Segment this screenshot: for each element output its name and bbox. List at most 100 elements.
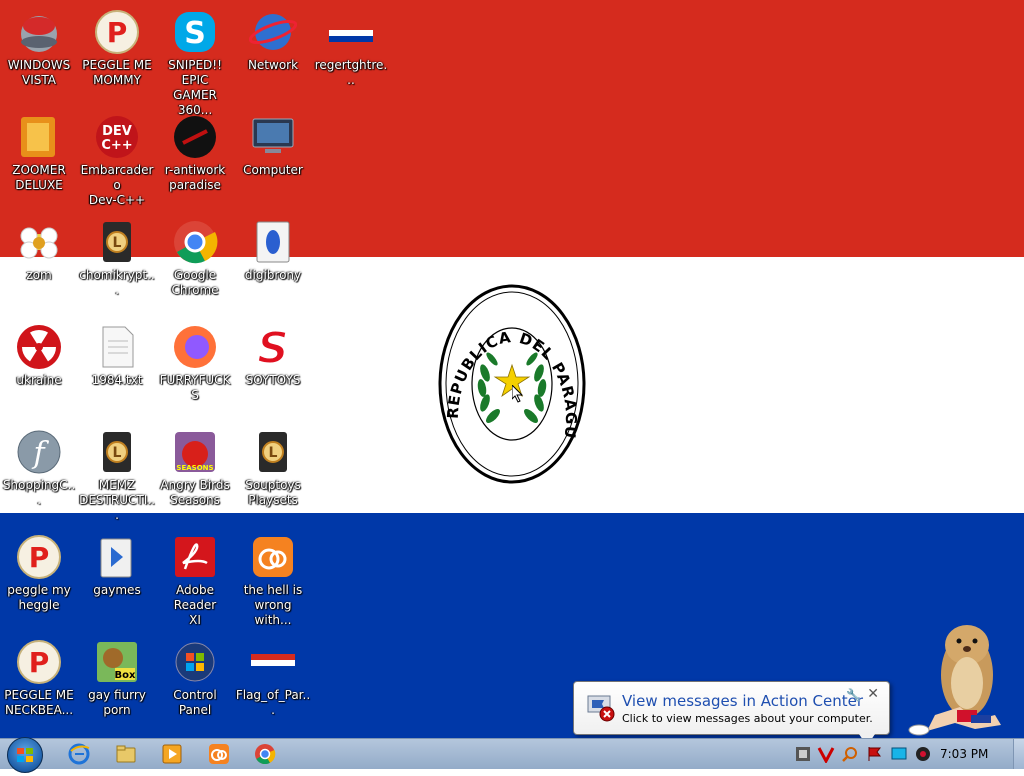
soytoys-icon: S (249, 322, 297, 375)
desktop-shortcut-label: Flag_of_Par... (235, 688, 311, 717)
desktop-shortcut-label: r-antiwork paradise (164, 163, 226, 192)
desktop-shortcut-label: Adobe Reader XI (173, 583, 217, 627)
devcpp-icon: DEV C++ (93, 113, 141, 161)
flag-file-icon (327, 8, 375, 56)
desktop-shortcut[interactable]: Lchomikrypt... (79, 218, 155, 298)
tray-app-icon[interactable] (794, 745, 812, 763)
desktop-shortcut-label: FURRYFUCKS (159, 373, 231, 402)
mouse-cursor (512, 385, 524, 403)
desktop-shortcut[interactable]: SEASONS Angry Birds Seasons (157, 428, 233, 508)
svg-text:L: L (269, 445, 278, 461)
desktop-shortcut[interactable]: Flag_of_Par... (235, 638, 311, 718)
desktop-shortcut-label: Computer (243, 163, 303, 177)
desktop-shortcut[interactable]: ZOOMER DELUXE (1, 113, 77, 193)
shortcut-l-icon: L (249, 428, 297, 476)
svg-text:Box: Box (115, 670, 136, 681)
desktop-shortcut[interactable]: Box gay fiurry porn (79, 638, 155, 718)
peggle-icon: P (15, 638, 63, 686)
wrench-icon[interactable]: 🔧 (846, 688, 861, 702)
vista-app-icon (15, 8, 63, 56)
chrome-icon (171, 218, 219, 266)
flower-icon (15, 218, 63, 266)
desktop-shortcut-label: WINDOWS VISTA (7, 58, 71, 87)
peggle-icon: P (15, 533, 63, 581)
svg-text:P: P (107, 16, 128, 49)
svg-text:SEASONS: SEASONS (176, 464, 213, 472)
desktop-shortcut[interactable]: the hell is wrong with... (235, 533, 311, 628)
firefox-icon (171, 323, 219, 371)
svg-text:L: L (113, 235, 122, 251)
zoomer-icon (15, 113, 63, 161)
desktop-shortcut[interactable]: Ppeggle my heggle (1, 533, 77, 613)
desktop-shortcut[interactable]: S SNIPED!! EPIC GAMER 360... (157, 8, 233, 118)
svg-text:S: S (257, 323, 289, 371)
desktop-shortcut[interactable]: S SOYTOYS (235, 322, 311, 388)
svg-text:S: S (184, 16, 206, 51)
explorer-icon[interactable] (114, 742, 138, 766)
svg-text:P: P (29, 541, 50, 574)
desktop-shortcut[interactable]: L Souptoys Playsets (235, 428, 311, 508)
desktop-shortcut[interactable]: regertghtre... (313, 8, 389, 88)
svg-text:DEV: DEV (102, 124, 132, 139)
desktop-shortcut[interactable]: Control Panel (157, 638, 233, 718)
balloon-title: View messages in Action Center (622, 692, 864, 710)
games-folder-icon (93, 533, 141, 581)
desktop-shortcut[interactable]: P PEGGLE ME MOMMY (79, 8, 155, 88)
desktop-shortcut-label: Angry Birds Seasons (160, 478, 230, 507)
desktop-shortcut[interactable]: r-antiwork paradise (157, 113, 233, 193)
uc-browser-icon (249, 533, 297, 581)
desktop-shortcut[interactable]: f ShoppingC... (1, 428, 77, 508)
ie-icon[interactable] (67, 742, 91, 766)
digibrony-icon (249, 218, 297, 266)
media-player-icon[interactable] (160, 742, 184, 766)
network-icon (248, 8, 298, 56)
desktop-shortcut-label: Network (247, 58, 299, 72)
text-file-icon (93, 323, 141, 371)
desktop-shortcut-label: PEGGLE ME NECKBEA... (4, 688, 74, 717)
action-center-flag-icon (587, 695, 615, 722)
desktop-shortcut[interactable]: digibrony (235, 218, 311, 283)
desktop-shortcut[interactable]: gaymes (79, 533, 155, 598)
chrome-icon[interactable] (253, 742, 277, 766)
flash-icon: f (15, 428, 63, 476)
box-game-icon: Box (93, 638, 141, 686)
tray-v-icon[interactable] (817, 745, 835, 763)
desktop-shortcut[interactable]: 1984.txt (79, 323, 155, 388)
desktop-shortcut-label: Embarcadero Dev-C++ (80, 163, 154, 207)
desktop-shortcut[interactable]: L MEMZ DESTRUCTI... (79, 428, 155, 523)
desktop-shortcut[interactable]: P PEGGLE ME NECKBEA... (1, 638, 77, 718)
desktop-shortcut[interactable]: Computer (235, 113, 311, 178)
clock[interactable]: 7:03 PM (940, 747, 988, 761)
desktop-shortcut-label: Souptoys Playsets (245, 478, 301, 507)
desktop-shortcut[interactable]: FURRYFUCKS (157, 323, 233, 403)
tray-speaker-icon[interactable] (914, 745, 932, 763)
desktop-shortcut[interactable]: ukraine (1, 323, 77, 388)
paraguay-seal: REPUBLICA DEL PARAGUAY (437, 283, 586, 484)
desktop-shortcut[interactable]: WINDOWS VISTA (1, 8, 77, 88)
desktop-shortcut-label: peggle my heggle (7, 583, 71, 612)
desktop-shortcut-label: Control Panel (173, 688, 217, 717)
desktop-shortcut-label: SNIPED!! EPIC GAMER 360... (168, 58, 222, 117)
close-icon[interactable]: ✕ (867, 686, 879, 702)
uc-browser-icon[interactable] (207, 742, 231, 766)
balloon-text: Click to view messages about your comput… (622, 712, 873, 725)
tray-search-icon[interactable] (841, 745, 859, 763)
tray-display-icon[interactable] (890, 745, 908, 763)
desktop-shortcut-label: ukraine (16, 373, 62, 387)
action-center-flag-tray-icon[interactable] (866, 745, 884, 763)
desktop-shortcut-label: digibrony (244, 268, 302, 282)
desktop-shortcut[interactable]: Adobe Reader XI (157, 533, 233, 628)
desktop-shortcut-label: regertghtre... (314, 58, 388, 87)
desktop-shortcut-label: the hell is wrong with... (243, 583, 303, 627)
desktop-shortcut[interactable]: zom (1, 218, 77, 283)
action-center-balloon[interactable]: View messages in Action Center Click to … (573, 681, 890, 746)
show-desktop-button[interactable] (1013, 739, 1024, 769)
desktop-shortcut[interactable]: Network (235, 8, 311, 73)
flag-file-icon (249, 638, 297, 686)
hamster-figure-image (908, 625, 1001, 736)
desktop-shortcut-label: 1984.txt (91, 373, 143, 387)
svg-text:C++: C++ (101, 138, 132, 153)
desktop-shortcut[interactable]: Google Chrome (157, 218, 233, 298)
svg-text:L: L (113, 445, 122, 461)
desktop-shortcut[interactable]: DEV C++ Embarcadero Dev-C++ (79, 113, 155, 208)
